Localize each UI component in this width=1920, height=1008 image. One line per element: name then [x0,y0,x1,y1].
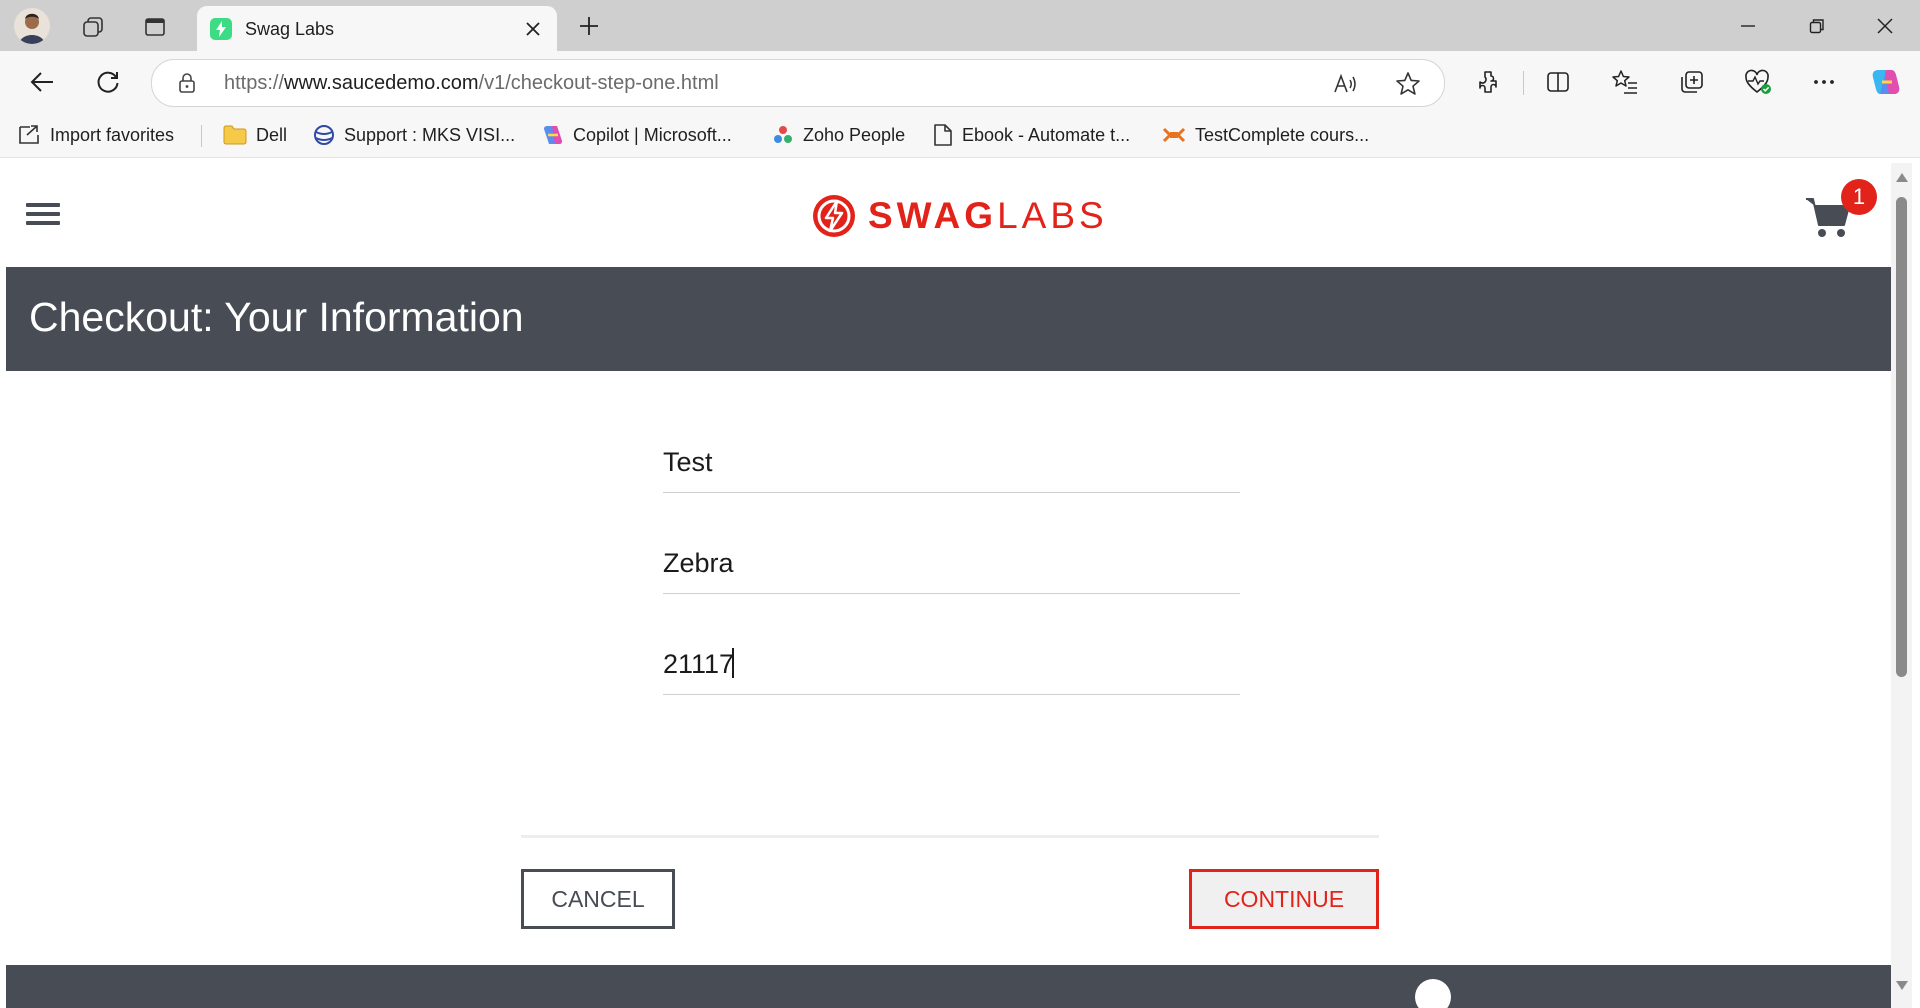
document-icon [934,124,952,146]
avatar-icon [19,13,45,44]
app-header: SWAGLABS 1 [6,163,1891,267]
bookmark-copilot[interactable]: Copilot | Microsoft... [542,123,732,147]
browser-toolbar: https://www.saucedemo.com/v1/checkout-st… [0,51,1920,113]
import-icon [19,125,39,144]
globe-icon [314,125,334,145]
close-tab-icon[interactable] [522,18,544,40]
last-name-input[interactable] [663,548,1223,579]
bookmark-support-mks[interactable]: Support : MKS VISI... [313,123,515,147]
toolbar-separator [1523,71,1524,95]
bookmark-ebook[interactable]: Ebook - Automate t... [933,123,1130,147]
new-tab-plus-icon[interactable] [574,11,604,41]
postal-code-field [663,630,1240,695]
page-title: Checkout: Your Information [29,294,524,340]
checkout-info-form [663,428,1240,731]
bookmark-import-favorites[interactable]: Import favorites [17,123,174,147]
logo-bolt-icon [813,195,855,237]
vertical-tabs-icon[interactable] [140,12,170,42]
page-title-bar: Checkout: Your Information [6,267,1891,371]
swag-labs-logo: SWAGLABS [812,193,1108,239]
page-viewport: SWAGLABS 1 Checkout: Your Information CA… [6,163,1891,1008]
browser-title-bar: Swag Labs [0,0,1920,51]
first-name-field [663,428,1240,493]
copilot-icon[interactable] [1869,65,1903,99]
restore-icon[interactable] [1797,10,1837,42]
scrollbar-thumb[interactable] [1896,197,1907,677]
tab-title: Swag Labs [245,19,335,39]
favorites-bar: Import favorites Dell Support : MKS VISI… [0,113,1920,158]
postal-code-input[interactable] [663,649,1223,680]
address-bar[interactable]: https://www.saucedemo.com/v1/checkout-st… [151,59,1445,107]
page-scrollbar[interactable] [1891,163,1912,1008]
page-footer [6,965,1891,1008]
scroll-up-arrow-icon[interactable] [1896,173,1908,182]
split-screen-icon[interactable] [1541,65,1575,99]
workspaces-icon[interactable] [78,12,108,42]
active-tab[interactable]: Swag Labs [197,6,557,51]
copilot-favicon [544,126,562,144]
profile-avatar[interactable] [14,8,50,44]
browser-essentials-icon[interactable] [1741,65,1775,99]
first-name-input[interactable] [663,447,1223,478]
last-name-field [663,529,1240,594]
extensions-icon[interactable] [1471,65,1505,99]
bookmarks-separator [201,125,202,147]
url-text[interactable]: https://www.saucedemo.com/v1/checkout-st… [224,72,719,95]
close-window-icon[interactable] [1865,10,1905,42]
text-cursor [732,648,734,678]
cancel-button[interactable]: CANCEL [521,869,675,929]
folder-icon [223,125,247,145]
swag-labs-favicon [209,17,233,41]
zoho-icon [774,126,792,143]
hamburger-menu-icon[interactable] [26,203,60,229]
cart-count-badge: 1 [1841,179,1877,215]
logo-wordmark: SWAGLABS [868,195,1108,236]
bookmark-dell[interactable]: Dell [223,123,287,147]
favorite-star-icon[interactable] [1394,70,1422,98]
collections-icon[interactable] [1675,65,1709,99]
continue-button[interactable]: CONTINUE [1189,869,1379,929]
more-options-icon[interactable] [1807,65,1841,99]
refresh-icon[interactable] [91,65,125,99]
lock-icon[interactable] [177,72,197,94]
read-aloud-icon[interactable] [1332,70,1360,98]
footer-robot-icon [1415,979,1451,1008]
back-arrow-icon[interactable] [25,65,59,99]
testcomplete-icon [1162,127,1186,143]
bookmark-zoho-people[interactable]: Zoho People [772,123,905,147]
bookmark-testcomplete[interactable]: TestComplete cours... [1162,123,1369,147]
form-divider [521,835,1379,838]
minimize-icon[interactable] [1728,10,1768,42]
scroll-down-arrow-icon[interactable] [1896,981,1908,990]
favorites-list-icon[interactable] [1608,65,1642,99]
